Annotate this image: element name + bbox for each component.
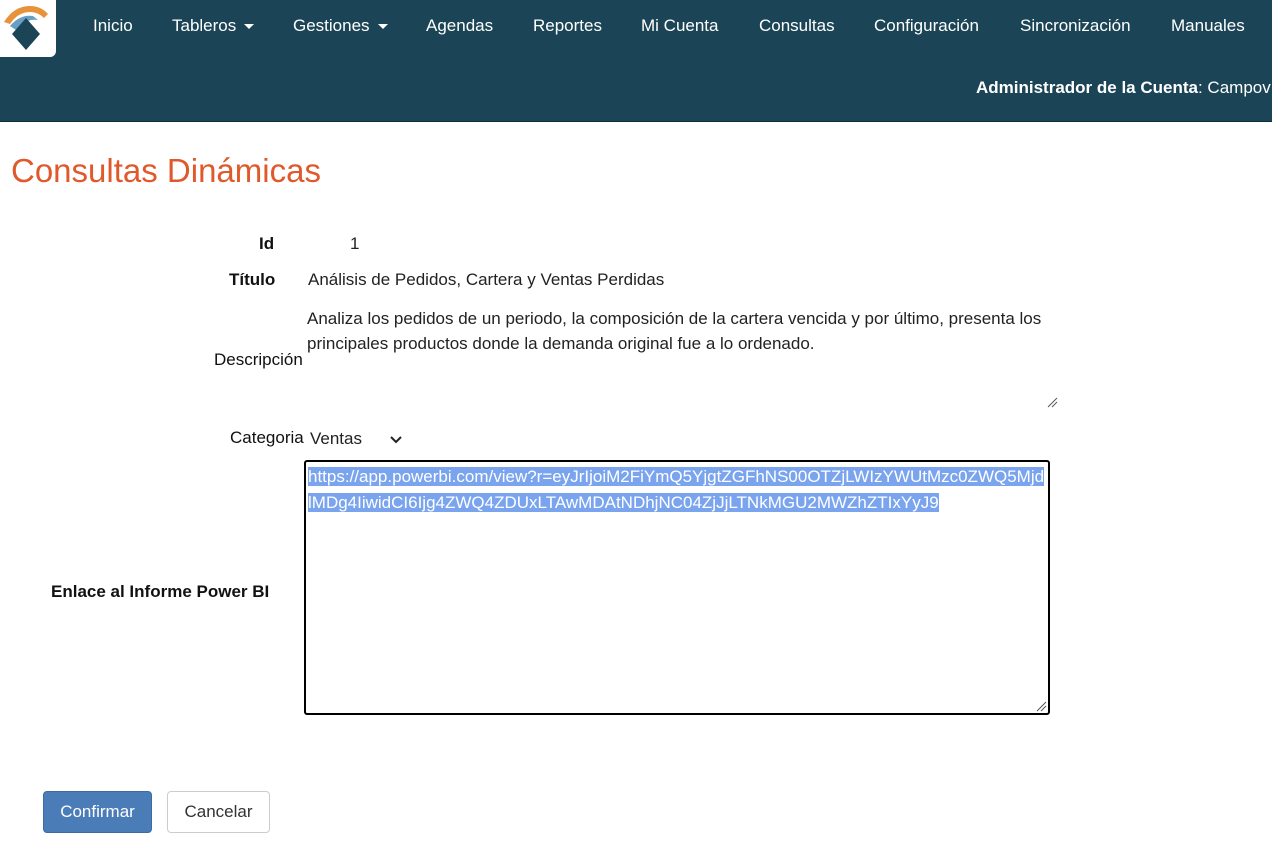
title-value: Análisis de Pedidos, Cartera y Ventas Pe…: [308, 270, 665, 289]
logo[interactable]: [0, 0, 56, 57]
powerbi-link-text: https://app.powerbi.com/view?r=eyJrIjoiM…: [308, 467, 1045, 512]
top-navbar: Inicio Tableros Gestiones Agendas Report…: [0, 0, 1272, 122]
description-textarea[interactable]: Analiza los pedidos de un periodo, la co…: [307, 306, 1058, 408]
category-value: Ventas: [310, 429, 362, 448]
nav-item-gestiones[interactable]: Gestiones: [293, 14, 388, 38]
link-label: Enlace al Informe Power BI: [51, 582, 270, 601]
cancel-button[interactable]: Cancelar: [167, 791, 270, 833]
description-text: Analiza los pedidos de un periodo, la co…: [307, 309, 1042, 353]
id-label: Id: [259, 234, 275, 253]
id-value: 1: [350, 234, 360, 253]
nav-item-configuracion[interactable]: Configuración: [874, 14, 979, 38]
nav-item-agendas[interactable]: Agendas: [426, 14, 493, 38]
nav-item-manuales[interactable]: Manuales: [1171, 14, 1245, 38]
resize-grip-icon[interactable]: [1046, 396, 1058, 408]
nav-item-tableros[interactable]: Tableros: [172, 14, 255, 38]
title-label: Título: [229, 270, 276, 289]
logo-icon: [4, 6, 48, 50]
nav-item-sincronizacion[interactable]: Sincronización: [1020, 14, 1131, 38]
account-admin-label: Administrador de la Cuenta: [976, 78, 1198, 97]
description-label: Descripción: [214, 350, 303, 369]
nav-item-reportes[interactable]: Reportes: [533, 14, 602, 38]
caret-down-icon: [244, 24, 255, 30]
category-select[interactable]: Ventas: [310, 427, 402, 451]
account-admin-info: Administrador de la Cuenta: Campov: [976, 78, 1271, 98]
powerbi-link-textarea[interactable]: https://app.powerbi.com/view?r=eyJrIjoiM…: [304, 460, 1050, 715]
caret-down-icon: [377, 24, 388, 30]
chevron-down-icon: [390, 435, 402, 443]
nav-item-inicio[interactable]: Inicio: [93, 14, 133, 38]
resize-grip-icon[interactable]: [1035, 700, 1047, 712]
page-title: Consultas Dinámicas: [11, 152, 321, 189]
category-label: Categoria: [230, 428, 304, 447]
confirm-button[interactable]: Confirmar: [43, 791, 152, 833]
nav-item-consultas[interactable]: Consultas: [759, 14, 835, 38]
nav-item-mi-cuenta[interactable]: Mi Cuenta: [641, 14, 718, 38]
account-admin-value: : Campov: [1197, 78, 1271, 97]
